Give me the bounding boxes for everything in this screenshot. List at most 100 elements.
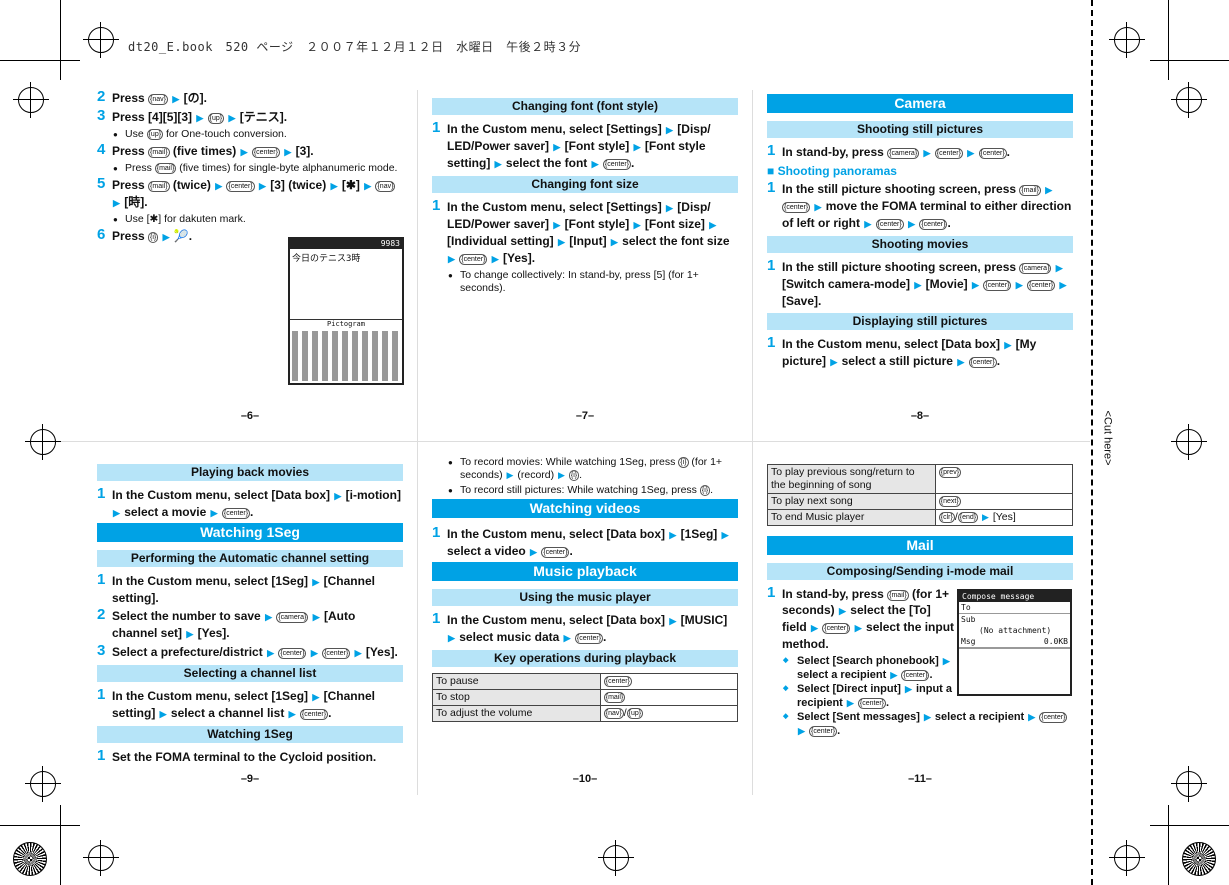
step-number: 1 (432, 197, 441, 214)
block-text: Set the FOMA terminal to the Cycloid pos… (112, 750, 377, 764)
arrow-icon: ▶ (491, 254, 499, 264)
block-text: In stand-by, press {camera} ▶ {center} ▶… (782, 145, 1011, 159)
arrow-icon: ▶ (354, 648, 362, 658)
block-text: In the Custom menu, select [1Seg] ▶ [Cha… (112, 689, 375, 720)
cell-text: To adjust the volume (436, 707, 533, 719)
arrow-icon: ▶ (830, 357, 838, 367)
arrow-icon: ▶ (669, 616, 677, 626)
table-row: To stop {mail} (432, 689, 739, 706)
mail-key-icon: {mail} (148, 147, 170, 158)
arrow-icon: ▶ (310, 648, 318, 658)
block-text: In the Custom menu, select [Settings] ▶ … (447, 122, 711, 170)
mail-key-icon: {mail} (154, 163, 177, 174)
block-text: Playing back movies (190, 465, 310, 479)
subsection-heading: Playing back movies (97, 464, 403, 481)
arrow-icon: ▶ (709, 220, 717, 230)
cell-text: {clr} / {end} ▶ [Yes] (938, 511, 1016, 523)
block-text: In the Custom menu, select [Data box] ▶ … (112, 488, 401, 519)
arrow-icon: ▶ (1015, 280, 1023, 290)
section-heading: Mail (767, 536, 1073, 555)
arrow-icon: ▶ (1004, 340, 1012, 350)
arrow-icon: ▶ (890, 670, 898, 680)
phone-text: 今日のテニス3時 (292, 254, 361, 264)
cell-text: To play next song (771, 495, 853, 507)
arrow-icon: ▶ (506, 470, 514, 480)
attach-label: (No attachment) (979, 626, 1052, 635)
page-number: –7– (575, 410, 595, 422)
to-label: To (961, 603, 971, 612)
key-operations-table: To pause {center} To stop {mail} To adjust t… (432, 673, 739, 722)
center-key-icon: {center} (968, 357, 997, 368)
subsection-heading: Performing the Automatic channel setting (97, 550, 403, 567)
block-text: Displaying still pictures (852, 314, 988, 328)
subsection-heading: Selecting a channel list (97, 665, 403, 682)
table-row: To play next song {next} (767, 493, 1074, 510)
end-key-icon: {end} (957, 512, 979, 523)
step-number: 4 (97, 141, 106, 158)
subsection-heading: Watching 1Seg (97, 726, 403, 743)
center-key-icon: {center} (1026, 280, 1056, 291)
step: 1 In the Custom menu, select [Data box] ▶… (432, 524, 738, 560)
step-number: 3 (97, 107, 106, 124)
step: 1 In the Custom menu, select [Data box] ▶… (767, 335, 1073, 370)
step: 1 In the Custom menu, select [1Seg] ▶ [Ch… (97, 572, 403, 606)
registration-mark (1171, 766, 1207, 802)
arrow-icon: ▶ (846, 698, 854, 708)
center-key-icon: {center} (1039, 712, 1068, 723)
subsection-heading: Displaying still pictures (767, 313, 1073, 330)
registration-mark (13, 82, 49, 118)
center-key-icon: {center} (983, 280, 1012, 291)
sub-label: Sub (961, 615, 976, 624)
section-heading: Camera (767, 94, 1073, 113)
step-number: 2 (97, 606, 106, 623)
section-heading: Watching 1Seg (97, 523, 403, 542)
msg-size: 0.0KB (1043, 637, 1068, 646)
registration-mark (83, 840, 119, 876)
panel-page-8: Camera Shooting still pictures 1 In stand-b… (767, 94, 1073, 372)
camera-key-icon: {camera} (887, 148, 920, 159)
center-key-icon: {center} (251, 147, 280, 158)
block-text: Select [Direct input] ▶ input a recipien… (797, 683, 952, 709)
block-text: Press {mail} (twice) ▶ {center} ▶ [3] (t… (112, 178, 396, 209)
arrow-icon: ▶ (288, 709, 296, 719)
step-number: 1 (432, 610, 441, 627)
block-text: In the Custom menu, select [Data box] ▶ … (782, 337, 1037, 368)
subsection-heading: Shooting movies (767, 236, 1073, 253)
center-key-icon: {center} (901, 670, 930, 681)
block-text: Shooting movies (871, 237, 969, 251)
center-key-icon: {center} (226, 181, 255, 192)
table-row: To adjust the volume {nav} / {up} (432, 705, 739, 722)
registration-mark (1109, 22, 1145, 58)
subsection-heading: Changing font (font style) (432, 98, 738, 115)
step: 1 In the still picture shooting screen, p… (767, 257, 1073, 309)
camera-key-icon: {camera} (1019, 263, 1052, 274)
arrow-icon: ▶ (904, 684, 912, 694)
arrow-icon: ▶ (196, 113, 204, 123)
arrow-icon: ▶ (265, 612, 272, 622)
table-cell: {prev} (934, 464, 1074, 494)
step-number: 6 (97, 226, 106, 243)
registration-star (13, 842, 47, 876)
step-number: 1 (767, 257, 776, 274)
block-text: To record still pictures: While watching… (460, 484, 714, 496)
option: Select [Search phonebook] ▶ select a rec… (767, 654, 955, 682)
up-rotate-key-icon: {up} (146, 129, 164, 140)
section-heading: Watching videos (432, 499, 738, 518)
table-row: To play previous song/return to the begi… (767, 464, 1074, 494)
center-key-icon: {center} (322, 648, 351, 659)
cell-text: {nav} / {up} (603, 707, 644, 719)
arrow-icon: ▶ (814, 202, 822, 212)
block-text: Shooting still pictures (856, 122, 983, 136)
note: Press {mail} (five times) for single-byt… (97, 162, 403, 175)
table-cell: {next} (934, 493, 1074, 510)
phone-status: 9983 (290, 239, 402, 249)
arrow-icon: ▶ (721, 530, 729, 540)
note: Use [✱] for dakuten mark. (97, 213, 403, 226)
mail-key-icon: {mail} (1019, 185, 1041, 196)
step-number: 1 (432, 524, 441, 541)
table-cell: To stop (432, 689, 601, 706)
panel-page-7: Changing font (font style) 1 In the Custom… (432, 94, 738, 297)
panel-page-9: Playing back movies 1 In the Custom menu, … (97, 460, 403, 767)
step-number: 1 (97, 747, 106, 764)
center-key-icon: {center} (278, 648, 307, 659)
